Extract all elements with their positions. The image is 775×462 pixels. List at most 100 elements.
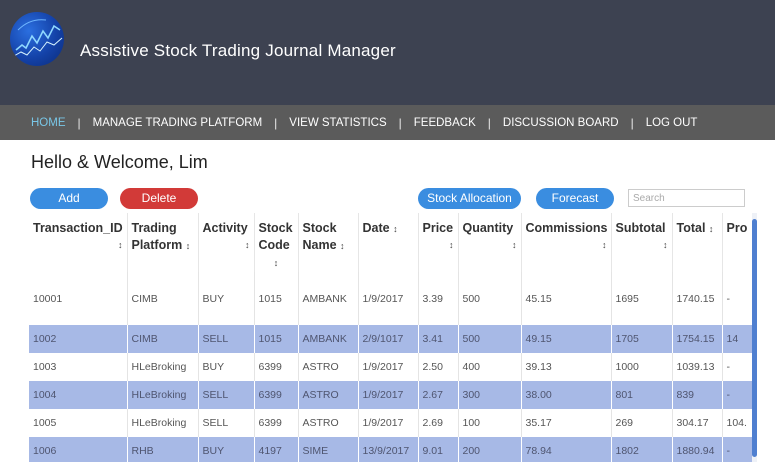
- table-scrollbar[interactable]: [752, 213, 757, 462]
- column-header-label: Pro: [726, 221, 748, 235]
- nav-separator: |: [630, 115, 634, 130]
- column-header-label: Total: [676, 221, 706, 235]
- table-cell: 6399: [254, 353, 299, 381]
- table-cell: 1015: [254, 272, 299, 325]
- table-cell: CIMB: [127, 272, 199, 325]
- table-cell: 1039.13: [672, 353, 723, 381]
- column-header[interactable]: Total ↕: [672, 213, 723, 272]
- nav-separator: |: [398, 115, 402, 130]
- table-row[interactable]: 10001 CIMB BUY 1015 AMBANK 1/9/2017 3.39 500 45.…: [29, 272, 753, 325]
- column-header[interactable]: Date ↕: [358, 213, 419, 272]
- table-scrollbar-thumb[interactable]: [752, 219, 757, 457]
- table-cell: 4197: [254, 437, 299, 462]
- sort-icon[interactable]: ↕: [602, 237, 607, 254]
- column-header-label: Name: [302, 238, 337, 252]
- table-cell: 839: [672, 381, 723, 409]
- sort-icon[interactable]: ↕: [340, 241, 345, 251]
- sort-icon[interactable]: ↕: [245, 237, 250, 254]
- table-cell: 2.50: [418, 353, 459, 381]
- table-row[interactable]: 1003 HLeBroking BUY 6399 ASTRO 1/9/2017 2.50 40…: [29, 353, 753, 381]
- table-cell: 6399: [254, 381, 299, 409]
- app-title: Assistive Stock Trading Journal Manager: [80, 41, 396, 60]
- column-header[interactable]: Price ↕: [418, 213, 459, 272]
- nav-item-discussion-board[interactable]: DISCUSSION BOARD: [503, 117, 619, 129]
- table-cell: 35.17: [521, 409, 612, 437]
- sort-icon[interactable]: ↕: [393, 224, 398, 234]
- sort-icon[interactable]: ↕: [118, 237, 123, 254]
- table-cell: 100: [458, 409, 522, 437]
- nav-item-manage-trading-platform[interactable]: MANAGE TRADING PLATFORM: [93, 117, 263, 129]
- column-header-label: Activity: [202, 221, 248, 235]
- table-cell: 1754.15: [672, 325, 723, 353]
- column-header[interactable]: Trading Platform ↕: [127, 213, 199, 272]
- table-cell: -: [722, 381, 753, 409]
- column-header[interactable]: Activity ↕: [198, 213, 255, 272]
- column-header[interactable]: Quantity ↕: [458, 213, 522, 272]
- table-row[interactable]: 1005 HLeBroking SELL 6399 ASTRO 1/9/2017 2.69 1…: [29, 409, 753, 437]
- column-header-label: Transaction_ID: [33, 221, 123, 235]
- column-header-label: Commissions: [525, 221, 608, 235]
- table-cell: 801: [611, 381, 673, 409]
- table-cell: 1/9/2017: [358, 381, 419, 409]
- table-cell: 39.13: [521, 353, 612, 381]
- sort-icon[interactable]: ↕: [709, 224, 714, 234]
- table-cell: 2/9/1017: [358, 325, 419, 353]
- sort-icon[interactable]: ↕: [449, 237, 454, 254]
- column-header-label: Quantity: [462, 221, 514, 235]
- transactions-table: Transaction_ID ↕ Trading Platform ↕ Activity…: [29, 213, 753, 462]
- table-row-selected[interactable]: 1004 HLeBroking SELL 6399 ASTRO 1/9/2017 2.67 3…: [29, 381, 753, 409]
- table-cell: 13/9/2017: [358, 437, 419, 462]
- table-cell: AMBANK: [298, 325, 359, 353]
- column-header-label: Trading: [131, 221, 177, 235]
- table-cell: SIME: [298, 437, 359, 462]
- table-cell: HLeBroking: [127, 381, 199, 409]
- column-header[interactable]: Stock Code ↕: [254, 213, 299, 272]
- table-cell: HLeBroking: [127, 353, 199, 381]
- column-header[interactable]: Subtotal ↕: [611, 213, 673, 272]
- table-cell: 500: [458, 272, 522, 325]
- table-cell: ASTRO: [298, 353, 359, 381]
- table-cell: 2.69: [418, 409, 459, 437]
- table-cell: ASTRO: [298, 381, 359, 409]
- column-header[interactable]: Pro: [722, 213, 753, 272]
- forecast-button[interactable]: Forecast: [536, 188, 614, 209]
- table-cell: HLeBroking: [127, 409, 199, 437]
- table-cell: 10001: [29, 272, 128, 325]
- table-cell: 45.15: [521, 272, 612, 325]
- column-header[interactable]: Commissions ↕: [521, 213, 612, 272]
- table-row-selected[interactable]: 1006 RHB BUY 4197 SIME 13/9/2017 9.01 200 78.94 1…: [29, 437, 753, 462]
- table-cell: 300: [458, 381, 522, 409]
- sort-icon[interactable]: ↕: [186, 241, 191, 251]
- table-cell: ASTRO: [298, 409, 359, 437]
- column-header[interactable]: Transaction_ID ↕: [29, 213, 128, 272]
- main-navigation: HOME | MANAGE TRADING PLATFORM | VIEW STATIS…: [0, 105, 775, 140]
- nav-item-home[interactable]: HOME: [31, 117, 66, 129]
- nav-item-feedback[interactable]: FEEDBACK: [414, 117, 476, 129]
- column-header-label: Stock: [258, 221, 293, 235]
- table-cell: 269: [611, 409, 673, 437]
- table-cell: 400: [458, 353, 522, 381]
- column-header-label: Date: [362, 221, 390, 235]
- nav-item-view-statistics[interactable]: VIEW STATISTICS: [289, 117, 386, 129]
- table-cell: -: [722, 272, 753, 325]
- table-cell: 1802: [611, 437, 673, 462]
- table-cell: 9.01: [418, 437, 459, 462]
- column-header-label: Code: [258, 238, 290, 252]
- table-cell: 49.15: [521, 325, 612, 353]
- table-cell: BUY: [198, 353, 255, 381]
- table-row-selected[interactable]: 1002 CIMB SELL 1015 AMBANK 2/9/1017 3.41 500 49.…: [29, 325, 753, 353]
- add-button[interactable]: Add: [30, 188, 108, 209]
- column-header[interactable]: Stock Name ↕: [298, 213, 359, 272]
- search-input[interactable]: [628, 189, 745, 207]
- table-cell: 200: [458, 437, 522, 462]
- table-cell: 1695: [611, 272, 673, 325]
- sort-icon[interactable]: ↕: [663, 237, 668, 254]
- table-cell: 38.00: [521, 381, 612, 409]
- nav-item-log-out[interactable]: LOG OUT: [646, 117, 698, 129]
- delete-button[interactable]: Delete: [120, 188, 198, 209]
- stock-allocation-button[interactable]: Stock Allocation: [418, 188, 521, 209]
- table-cell: 1004: [29, 381, 128, 409]
- sort-icon[interactable]: ↕: [274, 258, 279, 268]
- sort-icon[interactable]: ↕: [512, 237, 517, 254]
- table-cell: 1705: [611, 325, 673, 353]
